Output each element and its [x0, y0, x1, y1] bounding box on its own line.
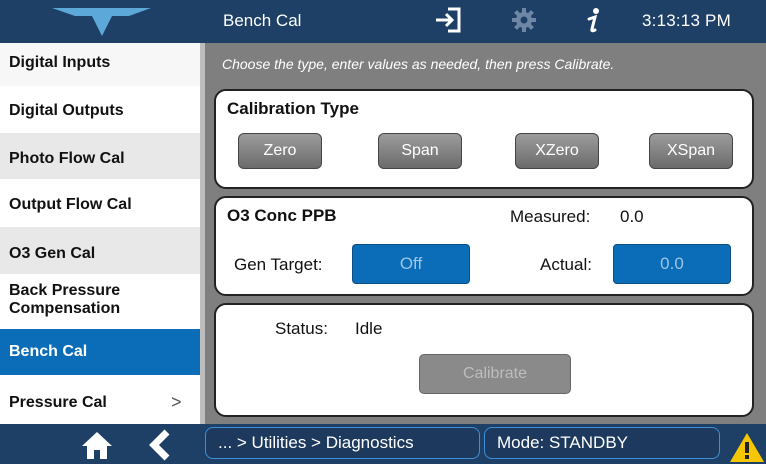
- info-icon[interactable]: [577, 5, 611, 35]
- sidebar-item-output-flow-cal[interactable]: Output Flow Cal: [0, 179, 200, 227]
- sidebar-item-label: Digital Outputs: [9, 102, 124, 119]
- brand-logo: [0, 0, 203, 43]
- calibrate-button[interactable]: Calibrate: [419, 354, 571, 394]
- home-icon[interactable]: [80, 429, 114, 461]
- calibration-type-title: Calibration Type: [227, 99, 359, 118]
- instruction-text: Choose the type, enter values as needed,…: [222, 56, 615, 72]
- status-panel: Status: Idle Calibrate: [214, 303, 754, 417]
- sidebar: Digital Inputs Digital Outputs Photo Flo…: [0, 43, 205, 424]
- sidebar-item-label: Photo Flow Cal: [9, 150, 125, 167]
- actual-label: Actual:: [540, 255, 592, 274]
- sidebar-item-o3-gen-cal[interactable]: O3 Gen Cal: [0, 227, 200, 274]
- breadcrumb[interactable]: ... > Utilities > Diagnostics: [205, 427, 480, 459]
- sidebar-item-label: Digital Inputs: [9, 54, 111, 71]
- status-value: Idle: [355, 319, 383, 338]
- bottom-bar: ... > Utilities > Diagnostics Mode: STAN…: [0, 424, 766, 464]
- page-title: Bench Cal: [223, 11, 302, 30]
- status-label: Status:: [275, 319, 328, 338]
- back-icon[interactable]: [146, 429, 172, 461]
- sidebar-item-digital-outputs[interactable]: Digital Outputs: [0, 86, 200, 133]
- actual-field[interactable]: 0.0: [613, 244, 731, 284]
- top-bar: Bench Cal 3:13:13 PM: [0, 0, 766, 43]
- xzero-button[interactable]: XZero: [515, 133, 599, 169]
- sidebar-item-bench-cal[interactable]: Bench Cal: [0, 329, 200, 375]
- sidebar-item-label: Pressure Cal: [9, 394, 107, 411]
- sidebar-item-label: Back Pressure Compensation: [9, 282, 121, 317]
- mode-indicator[interactable]: Mode: STANDBY: [484, 427, 720, 459]
- sidebar-item-photo-flow-cal[interactable]: Photo Flow Cal: [0, 133, 200, 179]
- measured-value: 0.0: [620, 207, 644, 226]
- gen-target-label: Gen Target:: [234, 255, 323, 274]
- sidebar-item-pressure-cal[interactable]: Pressure Cal >: [0, 375, 200, 424]
- o3-conc-panel: O3 Conc PPB Measured: 0.0 Gen Target: Of…: [214, 196, 754, 296]
- gen-target-field[interactable]: Off: [352, 244, 470, 284]
- measured-label: Measured:: [510, 207, 591, 226]
- o3-conc-title: O3 Conc PPB: [227, 206, 337, 225]
- sidebar-item-label: Output Flow Cal: [9, 196, 132, 213]
- logout-icon[interactable]: [431, 5, 465, 35]
- logo-icon: [52, 8, 151, 36]
- warning-icon[interactable]: [729, 431, 765, 463]
- sidebar-item-label: O3 Gen Cal: [9, 245, 96, 262]
- main-content: Choose the type, enter values as needed,…: [205, 43, 766, 424]
- zero-button[interactable]: Zero: [238, 133, 322, 169]
- xspan-button[interactable]: XSpan: [649, 133, 733, 169]
- calibration-type-panel: Calibration Type Zero Span XZero XSpan: [214, 89, 754, 189]
- gear-icon[interactable]: [507, 5, 541, 35]
- sidebar-item-label: Bench Cal: [9, 343, 88, 360]
- sidebar-item-digital-inputs[interactable]: Digital Inputs: [0, 43, 200, 86]
- sidebar-item-back-pressure-compensation[interactable]: Back Pressure Compensation: [0, 274, 200, 329]
- span-button[interactable]: Span: [378, 133, 462, 169]
- clock: 3:13:13 PM: [642, 11, 731, 30]
- chevron-right-icon: >: [171, 392, 182, 412]
